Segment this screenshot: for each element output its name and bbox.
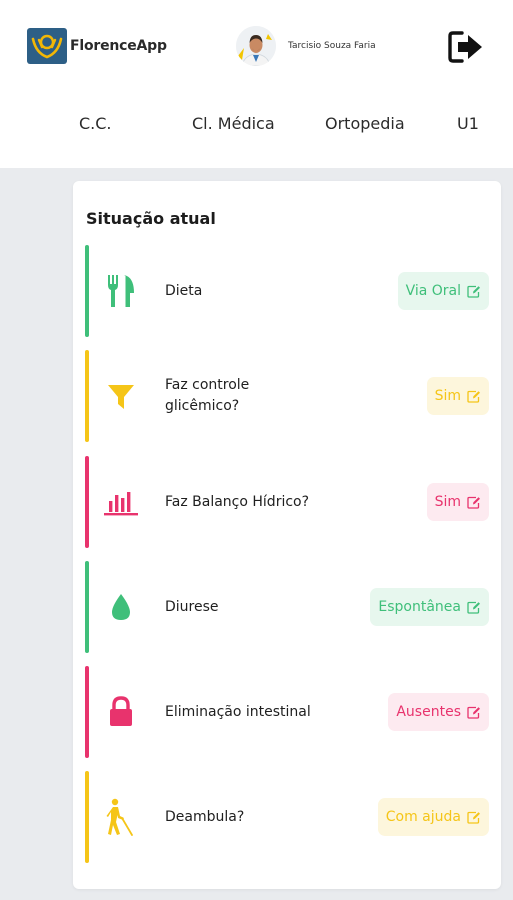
- user-name: Tarcisio Souza Faria: [288, 41, 376, 51]
- tab-cl-medica[interactable]: Cl. Médica: [192, 114, 275, 133]
- value-text: Com ajuda: [385, 809, 461, 825]
- top-bar: FlorenceApp Tarcisio Souza Faria C.C. Cl…: [0, 0, 513, 168]
- row-color-bar: [85, 350, 89, 442]
- unit-tabs: C.C. Cl. Médica Ortopedia U1: [0, 114, 513, 144]
- lock-icon: [103, 694, 139, 730]
- logout-icon: [448, 31, 482, 63]
- edit-icon: [467, 285, 480, 298]
- user-profile[interactable]: Tarcisio Souza Faria: [236, 26, 376, 66]
- app-logo: [27, 28, 67, 64]
- status-card: Situação atual Dieta Via Oral Faz contro…: [73, 181, 501, 889]
- value-badge[interactable]: Espontânea: [370, 588, 489, 626]
- logout-button[interactable]: [448, 30, 486, 64]
- edit-icon: [467, 390, 480, 403]
- row-color-bar: [85, 771, 89, 863]
- edit-icon: [467, 601, 480, 614]
- fork-knife-icon: [103, 273, 139, 309]
- value-text: Espontânea: [378, 599, 461, 615]
- filter-icon: [103, 378, 139, 414]
- row-color-bar: [85, 245, 89, 337]
- row-color-bar: [85, 456, 89, 548]
- row-label: Dieta: [165, 282, 203, 299]
- value-text: Ausentes: [396, 704, 461, 720]
- row-label: Diurese: [165, 598, 219, 615]
- row-color-bar: [85, 666, 89, 758]
- value-badge[interactable]: Sim: [426, 483, 489, 521]
- edit-icon: [467, 706, 480, 719]
- value-badge[interactable]: Com ajuda: [377, 798, 489, 836]
- tab-cc[interactable]: C.C.: [79, 114, 112, 133]
- section-title: Situação atual: [86, 209, 216, 228]
- edit-icon: [467, 496, 480, 509]
- blind-walking-icon: [103, 798, 139, 836]
- edit-icon: [467, 811, 480, 824]
- status-row-dieta: Dieta Via Oral: [85, 245, 489, 337]
- row-color-bar: [85, 561, 89, 653]
- value-badge[interactable]: Ausentes: [388, 693, 489, 731]
- value-badge[interactable]: Via Oral: [397, 272, 489, 310]
- row-label: Deambula?: [165, 808, 245, 825]
- bar-chart-icon: [103, 484, 139, 520]
- value-text: Via Oral: [405, 283, 461, 299]
- tab-u1[interactable]: U1: [457, 114, 479, 133]
- status-row-deambula: Deambula? Com ajuda: [85, 771, 489, 863]
- brand[interactable]: FlorenceApp: [27, 28, 167, 64]
- tab-ortopedia[interactable]: Ortopedia: [325, 114, 405, 133]
- value-text: Sim: [434, 494, 461, 510]
- avatar: [236, 26, 276, 66]
- status-row-eliminacao: Eliminação intestinal Ausentes: [85, 666, 489, 758]
- app-name: FlorenceApp: [70, 38, 167, 54]
- status-row-balanco: Faz Balanço Hídrico? Sim: [85, 456, 489, 548]
- row-label: Faz Balanço Hídrico?: [165, 493, 310, 510]
- status-row-diurese: Diurese Espontânea: [85, 561, 489, 653]
- row-label: Faz controle glicêmico?: [165, 377, 250, 414]
- value-text: Sim: [434, 388, 461, 404]
- status-row-glicemico: Faz controle glicêmico? Sim: [85, 350, 489, 442]
- drop-icon: [103, 589, 139, 625]
- value-badge[interactable]: Sim: [426, 377, 489, 415]
- row-label: Eliminação intestinal: [165, 703, 311, 720]
